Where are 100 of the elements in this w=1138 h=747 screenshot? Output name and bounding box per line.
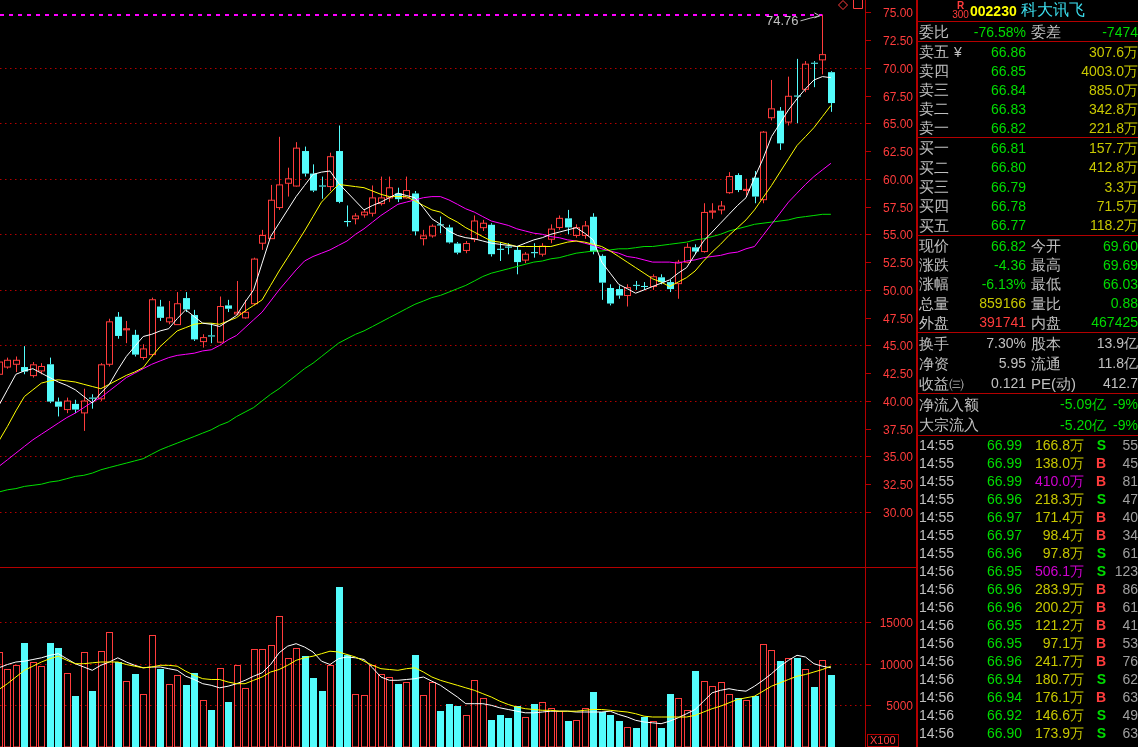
trade-volume: 218.3万 [1033, 492, 1084, 506]
field-value: 391741 [979, 315, 1026, 330]
trade-price: 66.97 [985, 510, 1022, 524]
trade-volume: 146.6万 [1033, 708, 1084, 722]
order-price: 66.77 [990, 218, 1026, 233]
trade-count: 76 [1121, 654, 1138, 668]
trade-time: 14:56 [919, 636, 956, 650]
trade-side: B [1094, 456, 1106, 470]
trade-count: 61 [1121, 600, 1138, 614]
field-label: 收益㈢ [919, 375, 964, 391]
field-label: 内盘 [1031, 314, 1061, 330]
trade-time: 14:56 [919, 564, 956, 578]
trade-volume: 283.9万 [1033, 582, 1084, 596]
field-label: 涨跌 [919, 257, 949, 273]
axis-label: 37.50 [882, 423, 913, 437]
trade-side: B [1094, 528, 1106, 542]
trade-side: B [1094, 600, 1106, 614]
order-price: 66.82 [990, 120, 1026, 135]
field-value: 5.95 [998, 356, 1026, 370]
order-volume: 3.3万 [1103, 179, 1138, 194]
trade-volume: 138.0万 [1033, 456, 1084, 470]
trade-count: 53 [1121, 636, 1138, 650]
trade-count: 34 [1121, 528, 1138, 542]
field-label: PE(动) [1031, 375, 1076, 391]
order-price: 66.79 [990, 179, 1026, 194]
order-volume: 221.8万 [1087, 120, 1138, 135]
trade-volume: 241.7万 [1033, 654, 1084, 668]
order-level-label: 卖一 [919, 120, 949, 135]
trade-count: 61 [1121, 546, 1138, 560]
trade-time: 14:55 [919, 438, 956, 452]
trade-price: 66.97 [985, 528, 1022, 542]
trade-side: S [1095, 546, 1106, 560]
high-price-label: 74.76 [765, 12, 799, 28]
field-label: 量比 [1031, 295, 1061, 311]
axis-label: 15000 [879, 616, 913, 630]
trade-side: S [1095, 672, 1106, 686]
trade-time: 14:55 [919, 510, 956, 524]
order-level-label: 买一 [919, 140, 949, 156]
trade-price: 66.96 [985, 492, 1022, 506]
order-level-label: 卖五 [919, 44, 949, 59]
order-price: 66.78 [990, 198, 1026, 213]
trade-count: 123 [1113, 564, 1138, 578]
trade-volume: 166.8万 [1033, 438, 1084, 452]
field-label: 总量 [919, 295, 949, 311]
trade-price: 66.96 [985, 600, 1022, 614]
flow-percent: -9% [1112, 397, 1138, 412]
order-level-label: 买五 [919, 217, 949, 233]
axis-label: 45.00 [882, 339, 913, 353]
order-volume: 71.5万 [1095, 198, 1138, 213]
order-price: 66.86 [990, 44, 1026, 59]
trade-count: 45 [1121, 456, 1138, 470]
trade-price: 66.92 [985, 708, 1022, 722]
trade-time: 14:55 [919, 528, 956, 542]
trade-side: B [1094, 654, 1106, 668]
flow-amount: -5.09亿 [1060, 397, 1106, 412]
order-volume: 885.0万 [1087, 82, 1138, 97]
trade-price: 66.99 [985, 474, 1022, 488]
axis-label: 30.00 [882, 506, 913, 520]
field-value: 13.9亿 [1096, 336, 1138, 350]
axis-label: 32.50 [882, 478, 913, 492]
trade-time: 14:55 [919, 546, 956, 560]
trade-volume: 180.7万 [1033, 672, 1084, 686]
order-level-label: 卖三 [919, 82, 949, 97]
order-price: 66.81 [990, 140, 1026, 155]
tag-number: 300 [952, 10, 969, 20]
candle [768, 79, 775, 121]
field-value: -6.13% [981, 277, 1026, 291]
flow-percent: -9% [1112, 417, 1138, 432]
axis-label: 60.00 [882, 173, 913, 187]
axis-label: 10000 [879, 658, 913, 672]
order-level-label: 卖四 [919, 63, 949, 78]
trade-price: 66.99 [985, 456, 1022, 470]
trade-side: B [1094, 510, 1106, 524]
axis-label: 55.00 [882, 228, 913, 242]
order-volume: 4003.0万 [1080, 63, 1138, 78]
field-value: -7474 [1102, 24, 1138, 39]
trade-time: 14:56 [919, 672, 956, 686]
order-volume: 118.2万 [1089, 218, 1138, 233]
trade-volume: 97.8万 [1041, 546, 1084, 560]
trade-count: 63 [1121, 690, 1138, 704]
axis-label: 57.50 [882, 201, 913, 215]
axis-label: 65.00 [882, 117, 913, 131]
trade-time: 14:56 [919, 726, 956, 740]
axis-label: 72.50 [882, 34, 913, 48]
field-label: 换手 [919, 335, 949, 351]
field-value: 66.82 [990, 238, 1026, 253]
stock-name: 科大讯飞 [1020, 2, 1085, 18]
trade-price: 66.94 [985, 690, 1022, 704]
axis-label: 40.00 [882, 395, 913, 409]
trade-price: 66.94 [985, 672, 1022, 686]
axis-label: 50.00 [882, 284, 913, 298]
trade-side: S [1095, 564, 1106, 578]
field-value: 11.8亿 [1097, 356, 1138, 370]
candle [259, 229, 266, 251]
axis-label: 35.00 [882, 450, 913, 464]
order-price: 66.85 [990, 63, 1026, 78]
axis-label: 70.00 [882, 62, 913, 76]
trade-time: 14:56 [919, 600, 956, 614]
order-level-label: 卖二 [919, 101, 949, 116]
axis-label: 75.00 [882, 6, 913, 20]
